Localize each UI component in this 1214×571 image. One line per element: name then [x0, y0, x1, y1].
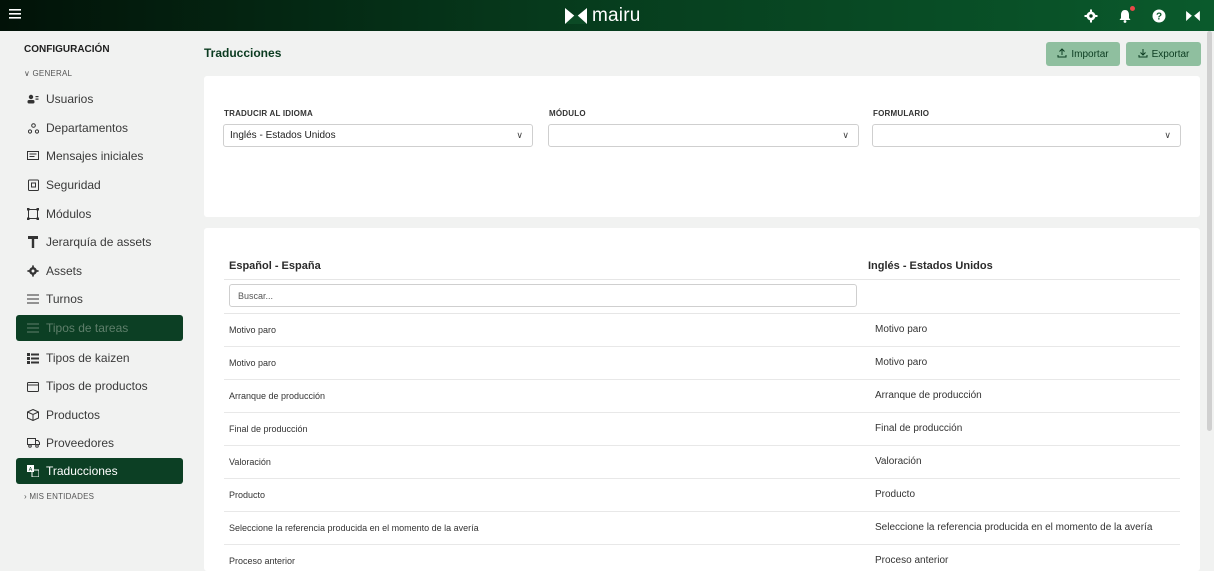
- brand-name: mairu: [592, 4, 641, 26]
- upload-icon: [1057, 47, 1067, 61]
- source-text: Motivo paro: [229, 358, 277, 368]
- export-button[interactable]: Exportar: [1126, 42, 1201, 66]
- table-row[interactable]: Final de producción Final de producción: [224, 413, 1180, 446]
- notification-dot: [1130, 5, 1135, 11]
- sidebar-title: CONFIGURACIÓN: [24, 44, 110, 55]
- sidebar-item-tipos-de-tareas[interactable]: Tipos de tareas: [16, 315, 183, 341]
- top-bar: mairu ?: [0, 0, 1214, 31]
- list-icon: [26, 321, 40, 335]
- sidebar-group-general[interactable]: ∨ GENERAL: [24, 69, 72, 78]
- target-text[interactable]: Motivo paro: [875, 324, 927, 335]
- help-icon[interactable]: ?: [1152, 9, 1166, 23]
- modules-icon: [26, 207, 40, 221]
- sidebar-item-usuarios[interactable]: Usuarios: [16, 86, 183, 112]
- source-column-header: Español - España: [229, 260, 321, 272]
- source-text: Final de producción: [229, 424, 308, 434]
- svg-text:?: ?: [1156, 11, 1162, 22]
- hierarchy-icon: [26, 235, 40, 249]
- sidebar-item-modulos[interactable]: Módulos: [16, 201, 183, 227]
- target-text[interactable]: Arranque de producción: [875, 390, 982, 401]
- gear-icon: [26, 264, 40, 278]
- menu-icon[interactable]: [9, 6, 23, 24]
- sidebar-item-traducciones[interactable]: A Traducciones: [16, 458, 183, 484]
- search-input[interactable]: Buscar...: [229, 284, 857, 307]
- sidebar-item-seguridad[interactable]: Seguridad: [16, 172, 183, 198]
- source-text: Proceso anterior: [229, 556, 296, 566]
- sidebar-group-mis-entidades[interactable]: › MIS ENTIDADES: [24, 492, 94, 501]
- target-text[interactable]: Valoración: [875, 456, 922, 467]
- source-text: Producto: [229, 490, 266, 500]
- chevron-down-icon: ∨: [842, 130, 849, 140]
- sidebar-item-tipos-de-productos[interactable]: Tipos de productos: [16, 373, 183, 399]
- sidebar-item-tipos-de-kaizen[interactable]: Tipos de kaizen: [16, 345, 183, 371]
- bell-icon[interactable]: [1118, 5, 1135, 23]
- source-text: Motivo paro: [229, 325, 277, 335]
- department-icon: [26, 121, 40, 135]
- filter-card: TRADUCIR AL IDIOMA Inglés - Estados Unid…: [204, 76, 1200, 217]
- users-icon: [26, 92, 40, 106]
- user-icon[interactable]: [1186, 9, 1200, 23]
- target-text[interactable]: Seleccione la referencia producida en el…: [875, 522, 1152, 533]
- security-icon: [26, 178, 40, 192]
- table-row[interactable]: Motivo paro Motivo paro: [224, 347, 1180, 380]
- source-text: Arranque de producción: [229, 391, 326, 401]
- truck-icon: [26, 436, 40, 450]
- import-button[interactable]: Importar: [1046, 42, 1120, 66]
- language-select[interactable]: Inglés - Estados Unidos ∨: [223, 124, 533, 147]
- form-select[interactable]: ∨: [872, 124, 1181, 147]
- folder-icon: [26, 379, 40, 393]
- download-icon: [1138, 48, 1148, 61]
- page-title: Traducciones: [204, 46, 282, 60]
- chevron-down-icon: ∨: [1164, 130, 1171, 140]
- sidebar-item-proveedores[interactable]: Proveedores: [16, 430, 183, 456]
- sidebar-item-mensajes-iniciales[interactable]: Mensajes iniciales: [16, 143, 183, 169]
- sidebar-item-productos[interactable]: Productos: [16, 402, 183, 428]
- kaizen-icon: [26, 351, 40, 365]
- target-text[interactable]: Producto: [875, 489, 915, 500]
- chevron-right-icon: ›: [24, 492, 27, 501]
- gear-icon[interactable]: [1084, 9, 1098, 23]
- target-text[interactable]: Final de producción: [875, 423, 962, 434]
- chevron-down-icon: ∨: [516, 130, 523, 140]
- sidebar-item-assets[interactable]: Assets: [16, 258, 183, 284]
- page-scrollbar[interactable]: [1207, 31, 1212, 431]
- module-label: MÓDULO: [549, 109, 586, 118]
- form-label: FORMULARIO: [873, 109, 930, 118]
- sidebar-item-departamentos[interactable]: Departamentos: [16, 115, 183, 141]
- box-icon: [26, 408, 40, 422]
- table-row[interactable]: Motivo paro Motivo paro: [224, 314, 1180, 347]
- target-text[interactable]: Motivo paro: [875, 357, 927, 368]
- target-text[interactable]: Proceso anterior: [875, 555, 948, 566]
- table-row[interactable]: Arranque de producción Arranque de produ…: [224, 380, 1180, 413]
- chevron-down-icon: ∨: [24, 69, 31, 78]
- table-row[interactable]: Producto Producto: [224, 479, 1180, 512]
- svg-text:A: A: [29, 467, 33, 473]
- sidebar-item-turnos[interactable]: Turnos: [16, 286, 183, 312]
- sidebar: CONFIGURACIÓN ∨ GENERAL Usuarios Departa…: [0, 31, 194, 571]
- header-divider: [224, 279, 1180, 280]
- source-text: Seleccione la referencia producida en el…: [229, 523, 479, 533]
- translate-icon: A: [26, 464, 40, 478]
- mairu-logo-icon: [565, 7, 587, 24]
- table-row[interactable]: Valoración Valoración: [224, 446, 1180, 479]
- module-select[interactable]: ∨: [548, 124, 859, 147]
- table-row[interactable]: Seleccione la referencia producida en el…: [224, 512, 1180, 545]
- target-column-header: Inglés - Estados Unidos: [868, 260, 993, 272]
- table-row[interactable]: Proceso anterior Proceso anterior: [224, 545, 1180, 571]
- brand-logo[interactable]: mairu: [565, 5, 641, 26]
- translations-card: Español - España Inglés - Estados Unidos…: [204, 228, 1200, 571]
- list-icon: [26, 292, 40, 306]
- sidebar-item-jerarquia-de-assets[interactable]: Jerarquía de assets: [16, 229, 183, 255]
- language-label: TRADUCIR AL IDIOMA: [224, 109, 313, 118]
- source-text: Valoración: [229, 457, 271, 467]
- message-icon: [26, 149, 40, 163]
